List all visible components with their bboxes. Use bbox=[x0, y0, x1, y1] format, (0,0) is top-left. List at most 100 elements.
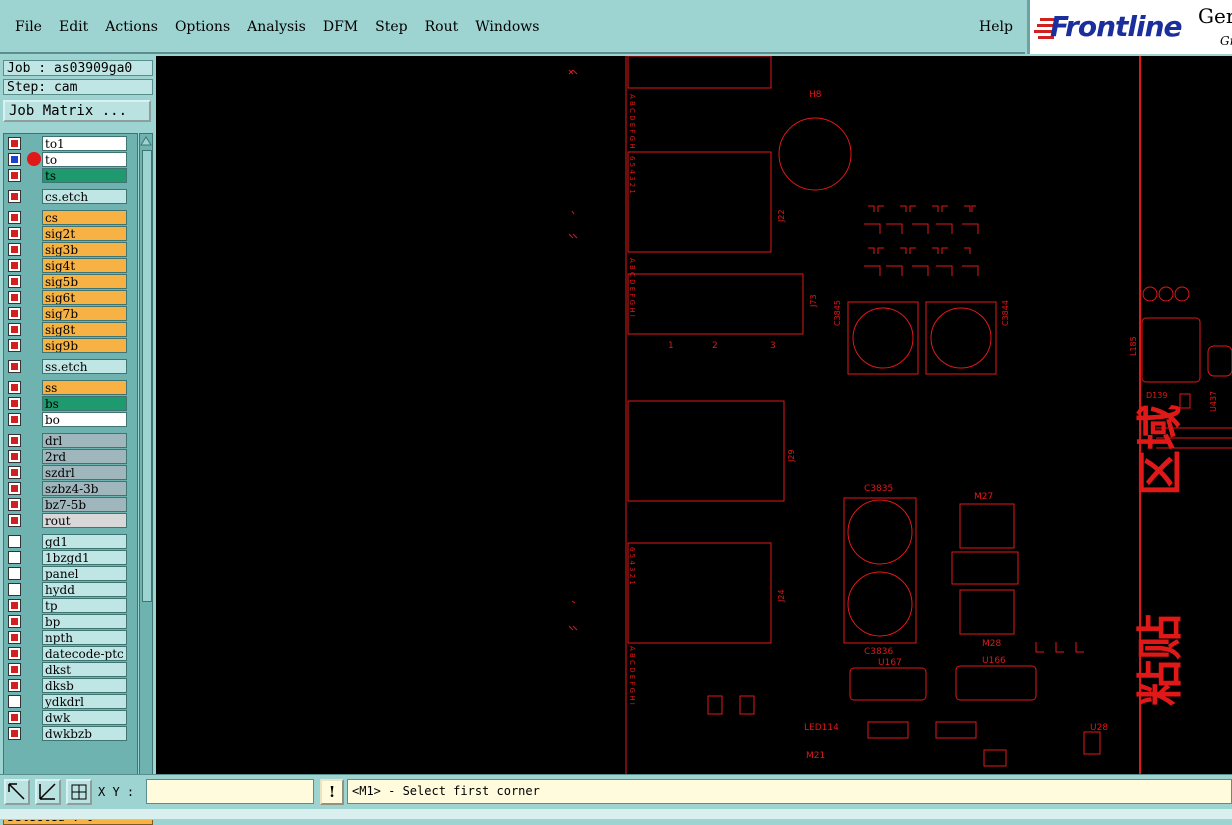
layer-checkbox[interactable] bbox=[8, 711, 21, 724]
layer-name[interactable]: cs.etch bbox=[42, 189, 127, 204]
layer-name[interactable]: ss.etch bbox=[42, 359, 127, 374]
layer-checkbox[interactable] bbox=[8, 190, 21, 203]
layer-checkbox[interactable] bbox=[8, 631, 21, 644]
layer-checkbox[interactable] bbox=[8, 727, 21, 740]
layer-checkbox[interactable] bbox=[8, 434, 21, 447]
layer-row[interactable]: hydd bbox=[6, 582, 128, 597]
layer-row[interactable]: ss.etch bbox=[6, 359, 128, 374]
layer-row[interactable]: tp bbox=[6, 598, 128, 613]
layer-checkbox[interactable] bbox=[8, 482, 21, 495]
layer-checkbox[interactable] bbox=[8, 153, 21, 166]
layer-name[interactable]: szbz4-3b bbox=[42, 481, 127, 496]
measure-tool-button[interactable] bbox=[35, 779, 61, 805]
layer-checkbox[interactable] bbox=[8, 307, 21, 320]
menu-options[interactable]: Options bbox=[175, 19, 230, 35]
layer-row[interactable]: rout bbox=[6, 513, 128, 528]
layer-row[interactable]: cs.etch bbox=[6, 189, 128, 204]
layer-checkbox[interactable] bbox=[8, 647, 21, 660]
layer-checkbox[interactable] bbox=[8, 169, 21, 182]
layer-name[interactable]: gd1 bbox=[42, 534, 127, 549]
menu-dfm[interactable]: DFM bbox=[323, 19, 358, 35]
layer-row[interactable]: to bbox=[6, 152, 128, 167]
layer-name[interactable]: ss bbox=[42, 380, 127, 395]
layer-name[interactable]: sig4t bbox=[42, 258, 127, 273]
layer-row[interactable]: bo bbox=[6, 412, 128, 427]
layer-row[interactable]: sig4t bbox=[6, 258, 128, 273]
layer-name[interactable]: dkst bbox=[42, 662, 127, 677]
layer-name[interactable]: dwkbzb bbox=[42, 726, 127, 741]
layer-checkbox[interactable] bbox=[8, 535, 21, 548]
layer-row[interactable]: szbz4-3b bbox=[6, 481, 128, 496]
layer-checkbox[interactable] bbox=[8, 599, 21, 612]
layer-checkbox[interactable] bbox=[8, 567, 21, 580]
layer-row[interactable]: dwk bbox=[6, 710, 128, 725]
layer-row[interactable]: ydkdrl bbox=[6, 694, 128, 709]
layer-list[interactable]: to1 to ts cs.etch cs sig2t sig3b sig4t sig5b sig6… bbox=[3, 133, 138, 803]
layer-checkbox[interactable] bbox=[8, 275, 21, 288]
layer-row[interactable]: panel bbox=[6, 566, 128, 581]
layer-checkbox[interactable] bbox=[8, 227, 21, 240]
layer-name[interactable]: to1 bbox=[42, 136, 127, 151]
grid-tool-button[interactable] bbox=[66, 779, 92, 805]
layer-checkbox[interactable] bbox=[8, 450, 21, 463]
zoom-tool-button[interactable] bbox=[4, 779, 30, 805]
layer-name[interactable]: rout bbox=[42, 513, 127, 528]
layer-checkbox[interactable] bbox=[8, 583, 21, 596]
layer-row[interactable]: dkst bbox=[6, 662, 128, 677]
layer-row[interactable]: drl bbox=[6, 433, 128, 448]
layer-name[interactable]: bs bbox=[42, 396, 127, 411]
layer-checkbox[interactable] bbox=[8, 695, 21, 708]
layer-checkbox[interactable] bbox=[8, 137, 21, 150]
layer-row[interactable]: sig3b bbox=[6, 242, 128, 257]
xy-input[interactable] bbox=[146, 779, 314, 804]
layer-row[interactable]: bz7-5b bbox=[6, 497, 128, 512]
layer-name[interactable]: dksb bbox=[42, 678, 127, 693]
pcb-canvas[interactable]: A B C D E F G H I A B C D E F G H I 6 5 … bbox=[156, 56, 1232, 774]
layer-name[interactable]: szdrl bbox=[42, 465, 127, 480]
layer-row[interactable]: dksb bbox=[6, 678, 128, 693]
layer-name[interactable]: bz7-5b bbox=[42, 497, 127, 512]
layer-name[interactable]: dwk bbox=[42, 710, 127, 725]
layer-name[interactable]: hydd bbox=[42, 582, 127, 597]
job-matrix-button[interactable]: Job Matrix ... bbox=[3, 100, 151, 122]
scroll-up-icon[interactable] bbox=[140, 135, 152, 147]
layer-name[interactable]: ts bbox=[42, 168, 127, 183]
layer-checkbox[interactable] bbox=[8, 360, 21, 373]
menu-file[interactable]: File bbox=[15, 19, 42, 35]
layer-name[interactable]: panel bbox=[42, 566, 127, 581]
layer-row[interactable]: sig6t bbox=[6, 290, 128, 305]
menu-windows[interactable]: Windows bbox=[475, 19, 539, 35]
menu-analysis[interactable]: Analysis bbox=[247, 19, 306, 35]
layer-row[interactable]: to1 bbox=[6, 136, 128, 151]
layer-name[interactable]: sig6t bbox=[42, 290, 127, 305]
layer-name[interactable]: 2rd bbox=[42, 449, 127, 464]
layer-checkbox[interactable] bbox=[8, 514, 21, 527]
layer-name[interactable]: sig3b bbox=[42, 242, 127, 257]
layer-row[interactable]: sig2t bbox=[6, 226, 128, 241]
layer-name[interactable]: cs bbox=[42, 210, 127, 225]
layer-name[interactable]: ydkdrl bbox=[42, 694, 127, 709]
layer-name[interactable]: datecode-ptc bbox=[42, 646, 127, 661]
layer-checkbox[interactable] bbox=[8, 397, 21, 410]
layer-checkbox[interactable] bbox=[8, 498, 21, 511]
layer-row[interactable]: 2rd bbox=[6, 449, 128, 464]
layer-name[interactable]: bp bbox=[42, 614, 127, 629]
layer-row[interactable]: dwkbzb bbox=[6, 726, 128, 741]
menu-actions[interactable]: Actions bbox=[105, 19, 158, 35]
layer-checkbox[interactable] bbox=[8, 663, 21, 676]
layer-row[interactable]: bs bbox=[6, 396, 128, 411]
layer-checkbox[interactable] bbox=[8, 413, 21, 426]
layer-name[interactable]: drl bbox=[42, 433, 127, 448]
layer-name[interactable]: sig9b bbox=[42, 338, 127, 353]
layer-row[interactable]: sig5b bbox=[6, 274, 128, 289]
layer-checkbox[interactable] bbox=[8, 466, 21, 479]
layer-row[interactable]: datecode-ptc bbox=[6, 646, 128, 661]
menu-step[interactable]: Step bbox=[375, 19, 407, 35]
layer-row[interactable]: sig7b bbox=[6, 306, 128, 321]
layer-name[interactable]: tp bbox=[42, 598, 127, 613]
warning-button[interactable]: ! bbox=[320, 779, 344, 805]
layer-row[interactable]: sig9b bbox=[6, 338, 128, 353]
layer-row[interactable]: sig8t bbox=[6, 322, 128, 337]
layer-checkbox[interactable] bbox=[8, 243, 21, 256]
layer-checkbox[interactable] bbox=[8, 381, 21, 394]
